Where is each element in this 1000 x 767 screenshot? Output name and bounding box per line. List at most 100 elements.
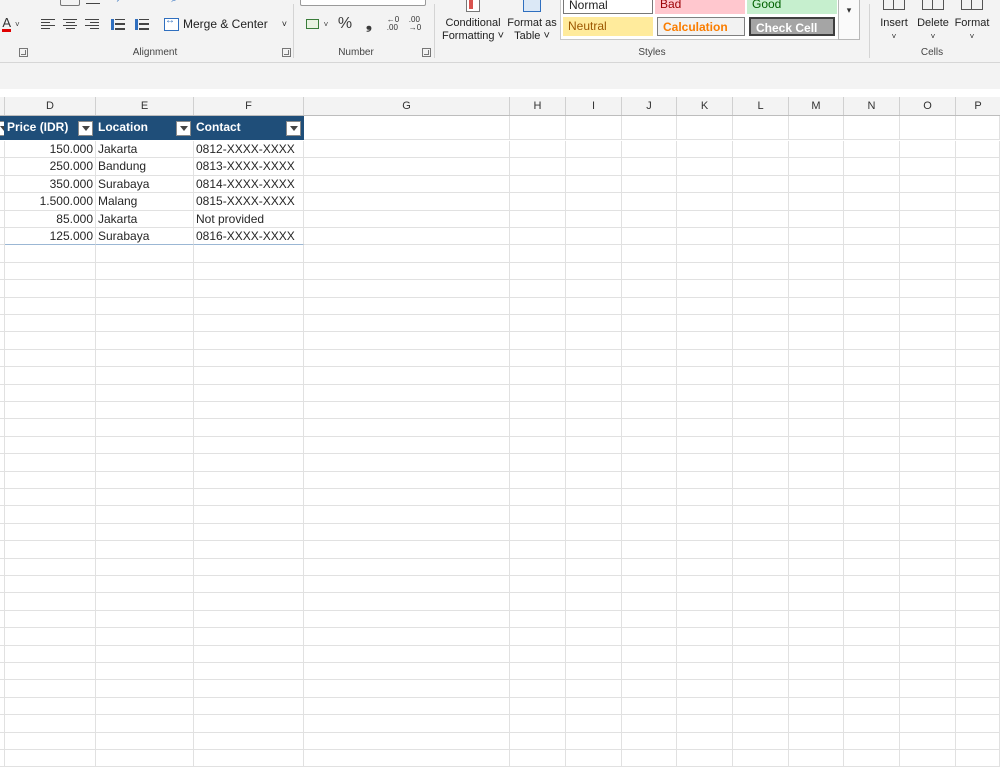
cell[interactable] bbox=[304, 628, 510, 646]
cell[interactable] bbox=[900, 262, 956, 281]
cell[interactable] bbox=[677, 210, 733, 228]
cell[interactable] bbox=[304, 262, 510, 281]
cell[interactable] bbox=[956, 576, 1000, 594]
cell[interactable] bbox=[733, 315, 789, 333]
cell[interactable] bbox=[194, 315, 304, 333]
cell[interactable] bbox=[789, 506, 844, 524]
cell[interactable] bbox=[304, 732, 510, 750]
cell[interactable] bbox=[956, 541, 1000, 559]
cell[interactable] bbox=[677, 645, 733, 663]
cell[interactable] bbox=[96, 523, 194, 542]
increase-indent-button[interactable] bbox=[134, 16, 150, 32]
cell[interactable] bbox=[622, 280, 677, 298]
cell[interactable] bbox=[566, 367, 622, 385]
cell[interactable] bbox=[789, 193, 844, 211]
cell[interactable] bbox=[194, 349, 304, 368]
cell[interactable] bbox=[900, 210, 956, 228]
format-button[interactable]: Format ˅ bbox=[952, 0, 992, 43]
cell[interactable] bbox=[733, 523, 789, 542]
cell[interactable] bbox=[844, 280, 900, 298]
cell[interactable] bbox=[789, 367, 844, 385]
cell[interactable] bbox=[956, 332, 1000, 350]
cell[interactable] bbox=[844, 315, 900, 333]
cell[interactable] bbox=[677, 506, 733, 524]
location-cell[interactable]: Bandung bbox=[96, 158, 194, 176]
cell[interactable] bbox=[844, 523, 900, 542]
cell[interactable] bbox=[566, 610, 622, 629]
cell[interactable] bbox=[733, 663, 789, 681]
style-normal[interactable]: Normal bbox=[563, 0, 653, 14]
cell[interactable] bbox=[566, 750, 622, 767]
cell[interactable] bbox=[5, 280, 96, 298]
cell[interactable] bbox=[900, 419, 956, 437]
cell[interactable] bbox=[194, 332, 304, 350]
location-cell[interactable]: Surabaya bbox=[96, 228, 194, 246]
cell[interactable] bbox=[956, 628, 1000, 646]
cell[interactable] bbox=[510, 158, 566, 176]
cell[interactable] bbox=[304, 454, 510, 472]
cell[interactable] bbox=[733, 228, 789, 246]
cell[interactable] bbox=[622, 576, 677, 594]
cell[interactable] bbox=[677, 402, 733, 420]
number-launcher-icon[interactable] bbox=[422, 48, 431, 57]
cell[interactable] bbox=[510, 541, 566, 559]
cell[interactable] bbox=[194, 663, 304, 681]
cell[interactable] bbox=[844, 402, 900, 420]
cell[interactable] bbox=[844, 576, 900, 594]
cell[interactable] bbox=[622, 558, 677, 576]
cell[interactable] bbox=[956, 715, 1000, 733]
cell[interactable] bbox=[733, 175, 789, 194]
cell[interactable] bbox=[789, 402, 844, 420]
cell[interactable] bbox=[304, 576, 510, 594]
cell[interactable] bbox=[677, 663, 733, 681]
cell[interactable] bbox=[566, 262, 622, 281]
column-header-l[interactable]: L bbox=[733, 97, 789, 115]
cell[interactable] bbox=[510, 663, 566, 681]
cell[interactable] bbox=[194, 732, 304, 750]
alignment-launcher-icon[interactable] bbox=[282, 48, 291, 57]
cell[interactable] bbox=[194, 402, 304, 420]
cell[interactable] bbox=[304, 384, 510, 402]
cell[interactable] bbox=[733, 210, 789, 228]
cell[interactable] bbox=[510, 280, 566, 298]
cell[interactable] bbox=[677, 228, 733, 246]
cell[interactable] bbox=[510, 523, 566, 542]
increase-decimal-button[interactable]: ←0.00 bbox=[384, 15, 402, 33]
cell[interactable] bbox=[844, 210, 900, 228]
cell[interactable] bbox=[956, 349, 1000, 368]
cell[interactable] bbox=[956, 750, 1000, 767]
cell[interactable] bbox=[622, 732, 677, 750]
cell[interactable] bbox=[900, 576, 956, 594]
cell[interactable] bbox=[677, 175, 733, 194]
cell[interactable] bbox=[566, 297, 622, 315]
cell[interactable] bbox=[96, 732, 194, 750]
filter-dropdown-icon[interactable] bbox=[286, 121, 301, 136]
cell[interactable] bbox=[96, 663, 194, 681]
cell[interactable] bbox=[900, 732, 956, 750]
cell[interactable] bbox=[677, 349, 733, 368]
cell[interactable] bbox=[677, 297, 733, 315]
cell[interactable] bbox=[956, 193, 1000, 211]
cell[interactable] bbox=[677, 697, 733, 716]
cell[interactable] bbox=[956, 645, 1000, 663]
column-header-k[interactable]: K bbox=[677, 97, 733, 115]
cell[interactable] bbox=[900, 315, 956, 333]
cell[interactable] bbox=[677, 715, 733, 733]
number-format-dropdown[interactable] bbox=[300, 0, 426, 6]
cell[interactable] bbox=[900, 228, 956, 246]
cell[interactable] bbox=[5, 489, 96, 507]
percent-style-button[interactable]: % bbox=[336, 14, 354, 34]
cell[interactable] bbox=[510, 436, 566, 455]
cell[interactable] bbox=[789, 315, 844, 333]
cell[interactable] bbox=[844, 228, 900, 246]
cell[interactable] bbox=[194, 262, 304, 281]
cell[interactable] bbox=[304, 680, 510, 698]
cell[interactable] bbox=[622, 489, 677, 507]
cell[interactable] bbox=[510, 471, 566, 489]
cell[interactable] bbox=[566, 436, 622, 455]
cell[interactable] bbox=[194, 750, 304, 767]
cell[interactable] bbox=[304, 315, 510, 333]
cell[interactable] bbox=[5, 315, 96, 333]
cell[interactable] bbox=[900, 541, 956, 559]
cell[interactable] bbox=[622, 750, 677, 767]
